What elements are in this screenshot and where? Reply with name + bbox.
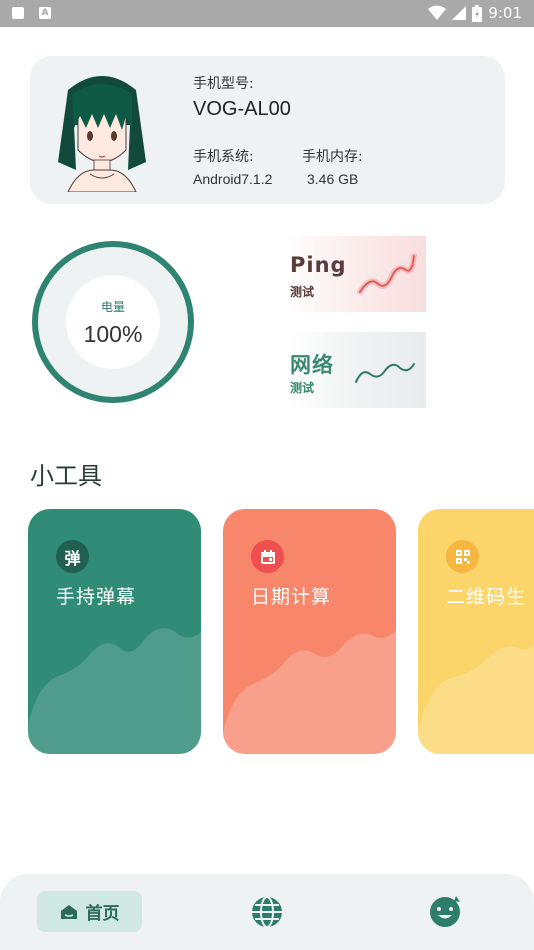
qr-icon bbox=[446, 540, 479, 573]
battery-status-icon bbox=[472, 4, 483, 22]
home-icon bbox=[60, 904, 77, 919]
tool-wave-decoration bbox=[28, 628, 201, 754]
danmaku-badge: 弹 bbox=[56, 540, 89, 573]
clock: 9:01 bbox=[488, 4, 522, 22]
network-sub: 测试 bbox=[290, 381, 315, 395]
nav-home-tab[interactable]: 首页 bbox=[37, 891, 142, 932]
tool-wave-decoration bbox=[223, 630, 396, 754]
network-test-card[interactable]: 网络 测试 bbox=[284, 332, 426, 408]
calendar-icon bbox=[251, 540, 284, 573]
globe-icon[interactable] bbox=[250, 895, 284, 929]
os-label: 手机系统: bbox=[193, 149, 254, 165]
ping-sub: 测试 bbox=[290, 285, 315, 299]
device-info-card: 手机型号: VOG-AL00 手机系统: Android7.1.2 手机内存: … bbox=[30, 56, 505, 204]
avatar bbox=[58, 76, 146, 192]
os-value: Android7.1.2 bbox=[193, 171, 273, 187]
battery-value: 100% bbox=[83, 321, 143, 347]
ping-test-card[interactable]: Ping 测试 bbox=[284, 236, 426, 312]
tool-label: 日期计算 bbox=[251, 586, 332, 608]
memory-label: 手机内存: bbox=[302, 149, 363, 165]
message-notification-icon bbox=[12, 7, 24, 19]
ping-title: Ping bbox=[290, 253, 347, 277]
model-label: 手机型号: bbox=[193, 76, 254, 92]
face-icon[interactable] bbox=[428, 894, 464, 928]
tool-card-danmaku[interactable]: 弹 手持弹幕 bbox=[28, 509, 201, 754]
memory-value: 3.46 GB bbox=[307, 171, 359, 187]
tool-card-qr[interactable]: 二维码生 bbox=[418, 509, 534, 754]
tool-label: 手持弹幕 bbox=[56, 586, 137, 608]
a-notification-icon: A bbox=[39, 7, 51, 19]
tool-label: 二维码生 bbox=[446, 586, 527, 608]
battery-label: 电量 bbox=[100, 300, 125, 314]
tools-section-title: 小工具 bbox=[30, 462, 102, 490]
status-bar: A 9:01 bbox=[0, 0, 534, 27]
tool-wave-decoration bbox=[418, 644, 534, 754]
model-value: VOG-AL00 bbox=[193, 98, 291, 120]
ping-wave-icon bbox=[357, 253, 417, 295]
tool-card-date-calc[interactable]: 日期计算 bbox=[223, 509, 396, 754]
signal-icon bbox=[452, 6, 467, 20]
network-wave-icon bbox=[355, 363, 415, 383]
wifi-icon bbox=[428, 5, 447, 20]
network-title: 网络 bbox=[290, 353, 334, 377]
battery-gauge: 电量 100% bbox=[28, 237, 198, 407]
bottom-nav: 首页 bbox=[0, 874, 534, 950]
nav-home-label: 首页 bbox=[85, 904, 120, 924]
status-right: 9:01 bbox=[428, 4, 522, 22]
